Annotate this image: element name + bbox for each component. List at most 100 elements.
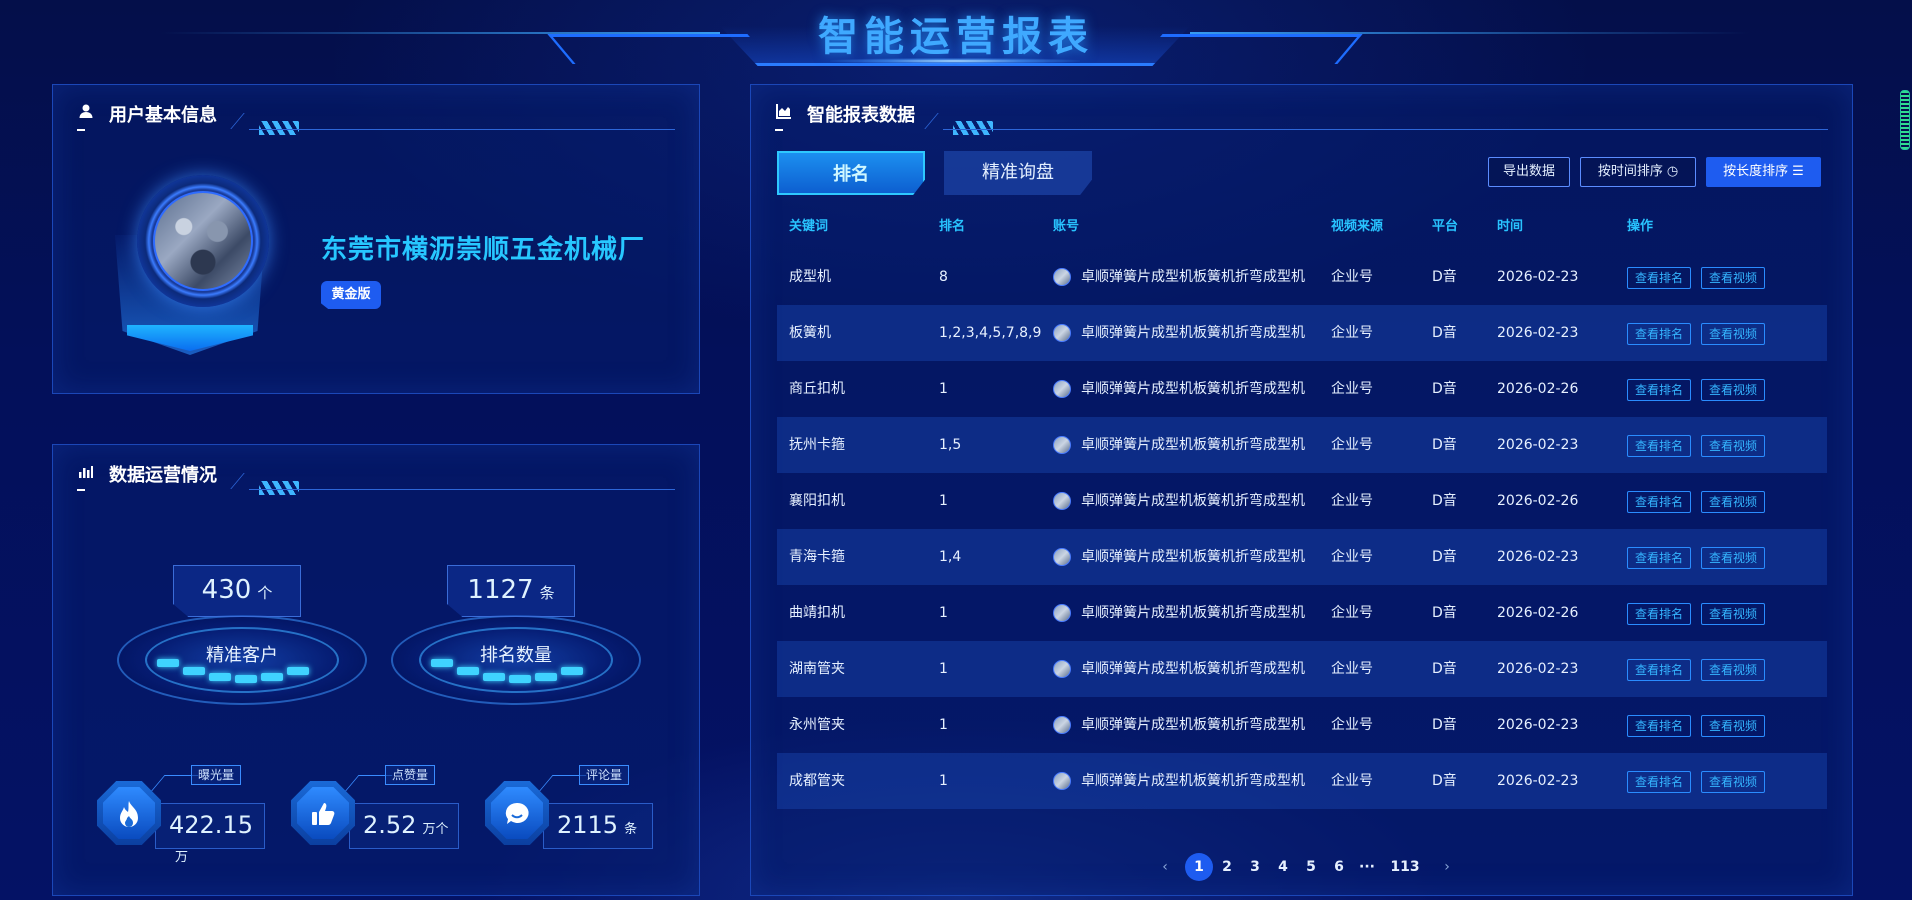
metric-value: 2115 条 <box>557 811 638 839</box>
user-info-panel: 用户基本信息 东莞市横沥崇顺五金机械厂 黄金版 <box>52 84 700 394</box>
view-rank-button[interactable]: 查看排名 <box>1627 659 1691 681</box>
view-video-button[interactable]: 查看视频 <box>1701 323 1765 345</box>
tab-ranking[interactable]: 排名 <box>777 151 925 195</box>
cell-platform: D音 <box>1432 269 1457 285</box>
sort-by-time-button[interactable]: 按时间排序 ◷ <box>1580 157 1696 187</box>
cell-platform: D音 <box>1432 605 1457 621</box>
table-row: 湖南管夹 1 卓顺弹簧片成型机板簧机折弯成型机 企业号 D音 2026-02-23 查看排名… <box>777 641 1827 697</box>
table-row: 曲靖扣机 1 卓顺弹簧片成型机板簧机折弯成型机 企业号 D音 2026-02-26 查看排名… <box>777 585 1827 641</box>
cell-keyword: 成都管夹 <box>789 773 845 789</box>
account-avatar <box>1053 660 1071 678</box>
cell-platform: D音 <box>1432 325 1457 341</box>
sort-by-length-button[interactable]: 按长度排序 ☰ <box>1706 157 1821 187</box>
header-stripes <box>259 481 299 495</box>
account-avatar <box>1053 436 1071 454</box>
view-video-button[interactable]: 查看视频 <box>1701 715 1765 737</box>
table-header: 关键词 排名 账号 视频来源 平台 时间 操作 <box>777 205 1827 249</box>
view-rank-button[interactable]: 查看排名 <box>1627 435 1691 457</box>
cell-account: 卓顺弹簧片成型机板簧机折弯成型机 <box>1053 473 1305 529</box>
table-row: 板簧机 1,2,3,4,5,7,8,9 卓顺弹簧片成型机板簧机折弯成型机 企业号 D音 2… <box>777 305 1827 361</box>
header-rule-accent <box>775 129 925 131</box>
cell-account: 卓顺弹簧片成型机板簧机折弯成型机 <box>1053 641 1305 697</box>
cell-platform: D音 <box>1432 549 1457 565</box>
user-info-header: 用户基本信息 <box>77 99 675 135</box>
page-ellipsis[interactable]: ··· <box>1353 853 1381 881</box>
view-video-button[interactable]: 查看视频 <box>1701 435 1765 457</box>
view-rank-button[interactable]: 查看排名 <box>1627 323 1691 345</box>
account-avatar <box>1053 716 1071 734</box>
column-header: 账号 <box>1053 219 1080 234</box>
metric-likes: 点赞量 2.52 万个 <box>291 765 461 855</box>
view-video-button[interactable]: 查看视频 <box>1701 771 1765 793</box>
cell-time: 2026-02-26 <box>1497 381 1579 397</box>
cell-platform: D音 <box>1432 773 1457 789</box>
view-video-button[interactable]: 查看视频 <box>1701 547 1765 569</box>
tab-precise-inquiry[interactable]: 精准询盘 <box>944 151 1092 195</box>
view-rank-button[interactable]: 查看排名 <box>1627 379 1691 401</box>
page-button[interactable]: 3 <box>1241 853 1269 881</box>
page-button[interactable]: 5 <box>1297 853 1325 881</box>
cell-keyword: 曲靖扣机 <box>789 605 845 621</box>
clock-icon: ◷ <box>1666 164 1679 179</box>
page-button[interactable]: 4 <box>1269 853 1297 881</box>
page-button[interactable]: 1 <box>1185 853 1213 881</box>
cell-source: 企业号 <box>1331 717 1373 733</box>
cell-account: 卓顺弹簧片成型机板簧机折弯成型机 <box>1053 585 1305 641</box>
account-avatar <box>1053 268 1071 286</box>
page-header: 智能运营报表 <box>0 0 1912 72</box>
cell-source: 企业号 <box>1331 269 1373 285</box>
export-data-button[interactable]: 导出数据 <box>1488 157 1570 187</box>
view-rank-button[interactable]: 查看排名 <box>1627 547 1691 569</box>
dial-label: 精准客户 <box>206 645 278 666</box>
cell-source: 企业号 <box>1331 661 1373 677</box>
page-button[interactable]: 6 <box>1325 853 1353 881</box>
next-page-button[interactable]: › <box>1433 853 1461 881</box>
cell-time: 2026-02-23 <box>1497 437 1579 453</box>
header-rule-accent <box>77 129 227 131</box>
metric-value: 422.15万 <box>169 811 253 865</box>
report-table: 关键词 排名 账号 视频来源 平台 时间 操作 成型机 8 卓顺弹簧片成型机板簧机折… <box>777 205 1827 809</box>
cell-rank: 1 <box>939 381 948 397</box>
view-video-button[interactable]: 查看视频 <box>1701 659 1765 681</box>
cell-rank: 1 <box>939 493 948 509</box>
panel-title: 数据运营情况 <box>109 465 217 486</box>
column-header: 平台 <box>1432 219 1459 234</box>
cell-platform: D音 <box>1432 717 1457 733</box>
cell-platform: D音 <box>1432 661 1457 677</box>
pagination: ‹ 1 2 3 4 5 6 ··· 113 › <box>1151 853 1491 883</box>
table-row: 永州管夹 1 卓顺弹簧片成型机板簧机折弯成型机 企业号 D音 2026-02-23 查看排名… <box>777 697 1827 753</box>
view-rank-button[interactable]: 查看排名 <box>1627 715 1691 737</box>
cell-account: 卓顺弹簧片成型机板簧机折弯成型机 <box>1053 753 1305 809</box>
cell-time: 2026-02-23 <box>1497 661 1579 677</box>
view-video-button[interactable]: 查看视频 <box>1701 491 1765 513</box>
cell-rank: 1,2,3,4,5,7,8,9 <box>939 325 1042 341</box>
avatar <box>153 191 253 291</box>
metric-comments: 评论量 2115 条 <box>485 765 655 855</box>
scrollbar[interactable] <box>1900 90 1910 150</box>
cell-time: 2026-02-26 <box>1497 493 1579 509</box>
cell-account: 卓顺弹簧片成型机板簧机折弯成型机 <box>1053 249 1305 305</box>
header-stripes <box>953 121 993 135</box>
cell-time: 2026-02-26 <box>1497 605 1579 621</box>
view-video-button[interactable]: 查看视频 <box>1701 267 1765 289</box>
report-header: 智能报表数据 <box>775 99 1828 135</box>
table-row: 青海卡箍 1,4 卓顺弹簧片成型机板簧机折弯成型机 企业号 D音 2026-02-23 查看… <box>777 529 1827 585</box>
cell-platform: D音 <box>1432 493 1457 509</box>
column-header: 操作 <box>1627 219 1654 234</box>
page-button-last[interactable]: 113 <box>1385 853 1425 881</box>
view-video-button[interactable]: 查看视频 <box>1701 379 1765 401</box>
dial-ranking-count: 1127 条 排名数量 <box>391 565 641 715</box>
metric-tag: 评论量 <box>579 765 630 785</box>
prev-page-button[interactable]: ‹ <box>1151 853 1179 881</box>
page-button[interactable]: 2 <box>1213 853 1241 881</box>
metric-tag: 点赞量 <box>385 765 436 785</box>
view-rank-button[interactable]: 查看排名 <box>1627 267 1691 289</box>
report-panel: 智能报表数据 排名 精准询盘 导出数据 按时间排序 ◷ 按长度排序 ☰ 关键词 排名… <box>750 84 1853 896</box>
metric-value: 2.52 万个 <box>363 811 449 839</box>
view-rank-button[interactable]: 查看排名 <box>1627 603 1691 625</box>
header-rule <box>943 129 1828 130</box>
view-video-button[interactable]: 查看视频 <box>1701 603 1765 625</box>
view-rank-button[interactable]: 查看排名 <box>1627 491 1691 513</box>
account-avatar <box>1053 380 1071 398</box>
view-rank-button[interactable]: 查看排名 <box>1627 771 1691 793</box>
